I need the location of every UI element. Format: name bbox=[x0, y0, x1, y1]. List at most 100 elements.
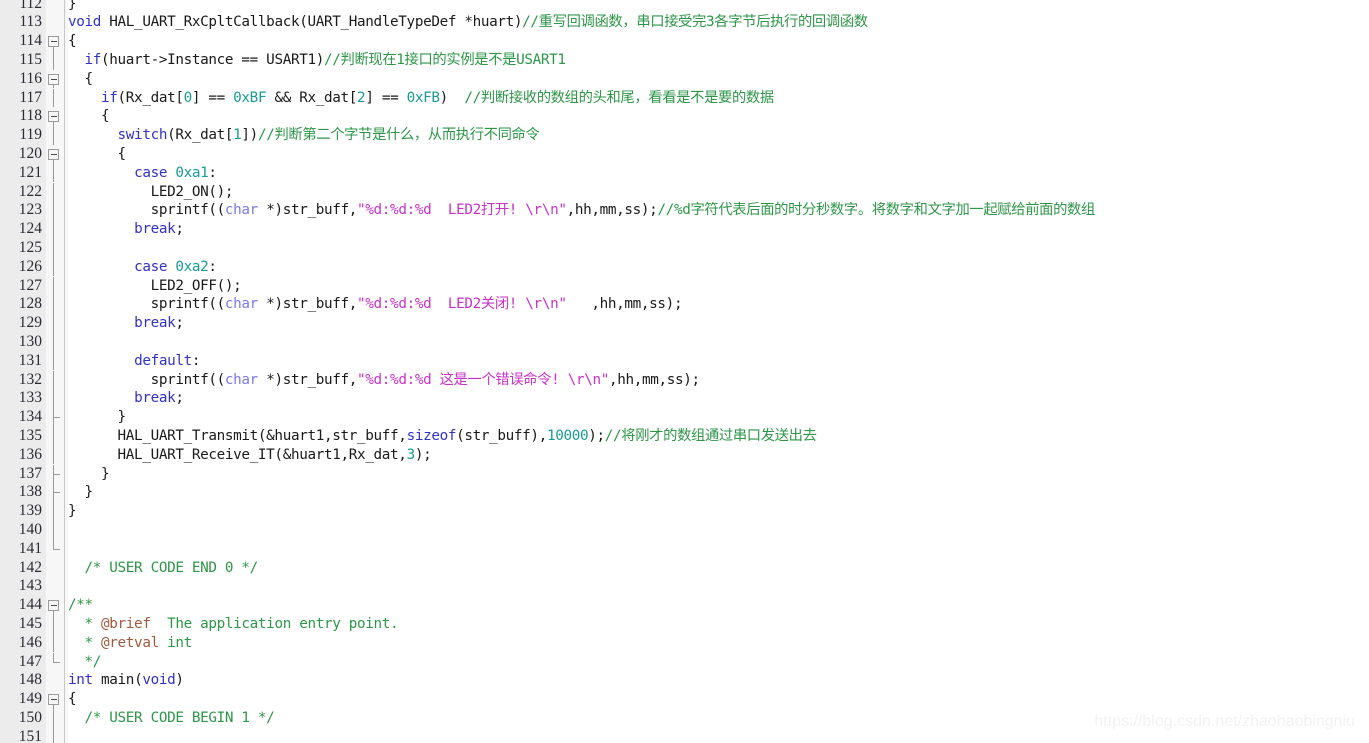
code-line[interactable]: 129 break; bbox=[0, 314, 1369, 333]
code-text[interactable]: } bbox=[68, 483, 94, 502]
code-text[interactable]: * @brief The application entry point. bbox=[68, 615, 399, 634]
code-text[interactable]: if(huart->Instance == USART1)//判断现在1接口的实… bbox=[68, 51, 567, 70]
code-line[interactable]: 116 { bbox=[0, 70, 1369, 89]
code-text[interactable]: * @retval int bbox=[68, 634, 193, 653]
code-line[interactable]: 145 * @brief The application entry point… bbox=[0, 614, 1369, 634]
code-text[interactable]: case 0xa2: bbox=[68, 258, 217, 277]
code-text[interactable]: } bbox=[68, 502, 77, 521]
code-editor[interactable]: 112} 113 void HAL_UART_RxCpltCallback(UART… bbox=[0, 0, 1369, 743]
code-line[interactable]: 128 sprintf((char *)str_buff,"%d:%d:%d L… bbox=[0, 295, 1369, 315]
code-text[interactable]: void HAL_UART_RxCpltCallback(UART_Handle… bbox=[68, 13, 868, 32]
code-text[interactable]: */ bbox=[68, 653, 102, 672]
code-line[interactable]: 141 bbox=[0, 539, 1369, 559]
code-text[interactable]: { bbox=[68, 690, 77, 709]
code-text[interactable]: case 0xa1: bbox=[68, 164, 217, 183]
code-text[interactable]: break; bbox=[68, 389, 184, 408]
line-number: 136 bbox=[18, 445, 42, 463]
code-line[interactable]: 132 sprintf((char *)str_buff,"%d:%d:%d 这… bbox=[0, 370, 1369, 390]
code-line[interactable]: 144 /** bbox=[0, 596, 1369, 615]
code-token-cmt: /** bbox=[68, 597, 93, 614]
code-token-kw: case bbox=[134, 258, 168, 275]
code-text[interactable]: sprintf((char *)str_buff,"%d:%d:%d LED2打… bbox=[68, 201, 1096, 220]
code-line[interactable]: 142 /* USER CODE END 0 */ bbox=[0, 559, 1369, 578]
code-text[interactable]: { bbox=[68, 107, 110, 126]
code-line[interactable]: 127 LED2_OFF(); bbox=[0, 276, 1369, 296]
csdn-blog-watermark: https://blog.csdn.net/zhaohaobingniu bbox=[1094, 713, 1355, 730]
code-token-pln: *)str_buff, bbox=[257, 371, 358, 388]
code-text[interactable]: HAL_UART_Transmit(&huart1,str_buff,sizeo… bbox=[68, 427, 817, 446]
code-token-kw: break bbox=[134, 390, 176, 407]
code-text[interactable]: if(Rx_dat[0] == 0xBF && Rx_dat[2] == 0xF… bbox=[68, 89, 774, 108]
code-line[interactable]: 118 { bbox=[0, 107, 1369, 127]
code-text[interactable]: LED2_OFF(); bbox=[68, 277, 242, 296]
code-line[interactable]: 124 break; bbox=[0, 220, 1369, 239]
code-line[interactable]: 146 * @retval int bbox=[0, 633, 1369, 653]
line-number: 145 bbox=[18, 614, 42, 632]
code-token-pln: ; bbox=[175, 390, 184, 407]
code-token-cmt: //%d字符代表后面的时分秒数字。将数字和文字加一起赋给前面的数组 bbox=[657, 202, 1095, 219]
code-token-kw: break bbox=[134, 315, 176, 332]
code-line[interactable]: 125 bbox=[0, 238, 1369, 258]
code-text[interactable]: } bbox=[68, 408, 127, 427]
line-number: 147 bbox=[18, 652, 42, 670]
code-text[interactable]: /* USER CODE BEGIN 1 */ bbox=[68, 709, 275, 728]
code-text[interactable]: HAL_UART_Receive_IT(&huart1,Rx_dat,3); bbox=[68, 446, 432, 465]
code-token-pln: { bbox=[68, 108, 110, 125]
code-text[interactable]: default: bbox=[68, 352, 200, 371]
code-line[interactable]: 114 { bbox=[0, 32, 1369, 51]
code-text[interactable]: sprintf((char *)str_buff,"%d:%d:%d LED2关… bbox=[68, 295, 683, 314]
code-line[interactable]: 130 bbox=[0, 332, 1369, 352]
fold-collapse-icon[interactable] bbox=[48, 36, 59, 48]
line-number: 127 bbox=[18, 276, 42, 294]
code-line[interactable]: 135 HAL_UART_Transmit(&huart1,str_buff,s… bbox=[0, 426, 1369, 446]
code-text[interactable]: /* USER CODE END 0 */ bbox=[68, 559, 259, 578]
fold-guide-line bbox=[53, 633, 54, 653]
code-line[interactable]: 138 } bbox=[0, 483, 1369, 503]
code-text[interactable]: } bbox=[68, 0, 77, 13]
code-text[interactable]: } bbox=[68, 465, 110, 484]
code-line[interactable]: 119 switch(Rx_dat[1])//判断第二个字节是什么，从而执行不同… bbox=[0, 126, 1369, 145]
code-token-kw: if bbox=[84, 51, 102, 68]
fold-collapse-icon[interactable] bbox=[48, 148, 59, 160]
fold-guide-line bbox=[53, 351, 54, 371]
code-line[interactable]: 122 LED2_ON(); bbox=[0, 182, 1369, 202]
fold-collapse-icon[interactable] bbox=[48, 111, 59, 123]
code-text[interactable]: { bbox=[68, 32, 77, 51]
code-text[interactable]: break; bbox=[68, 220, 184, 239]
fold-collapse-icon[interactable] bbox=[48, 600, 59, 612]
code-token-pln: } bbox=[68, 465, 110, 482]
code-line[interactable]: 115 if(huart->Instance == USART1)//判断现在1… bbox=[0, 50, 1369, 70]
code-line[interactable]: 148 int main(void) bbox=[0, 671, 1369, 690]
code-line[interactable]: 134 } bbox=[0, 408, 1369, 427]
code-line[interactable]: 121 case 0xa1: bbox=[0, 163, 1369, 183]
code-text[interactable]: int main(void) bbox=[68, 671, 184, 690]
code-line[interactable]: 117 if(Rx_dat[0] == 0xBF && Rx_dat[2] ==… bbox=[0, 88, 1369, 108]
line-number: 143 bbox=[18, 577, 42, 595]
code-line[interactable]: 123 sprintf((char *)str_buff,"%d:%d:%d L… bbox=[0, 201, 1369, 221]
fold-collapse-icon[interactable] bbox=[48, 694, 59, 706]
code-line[interactable]: 112} bbox=[0, 0, 1369, 13]
code-line[interactable]: 133 break; bbox=[0, 389, 1369, 409]
code-text[interactable]: sprintf((char *)str_buff,"%d:%d:%d 这是一个错… bbox=[68, 371, 701, 390]
code-line[interactable]: 139} bbox=[0, 502, 1369, 521]
code-line[interactable]: 113 void HAL_UART_RxCpltCallback(UART_Han… bbox=[0, 13, 1369, 32]
code-line[interactable]: 137 } bbox=[0, 464, 1369, 484]
code-text[interactable]: { bbox=[68, 145, 127, 164]
code-line[interactable]: 140 bbox=[0, 520, 1369, 540]
code-line[interactable]: 147 */ bbox=[0, 652, 1369, 672]
code-text[interactable]: LED2_ON(); bbox=[68, 183, 234, 202]
code-line[interactable]: 149 { bbox=[0, 690, 1369, 709]
code-line[interactable]: 131 default: bbox=[0, 351, 1369, 371]
code-text[interactable]: /** bbox=[68, 596, 93, 615]
fold-collapse-icon[interactable] bbox=[48, 73, 59, 85]
code-text[interactable]: { bbox=[68, 70, 94, 89]
code-line[interactable]: 126 case 0xa2: bbox=[0, 257, 1369, 277]
code-line[interactable]: 120 { bbox=[0, 145, 1369, 164]
code-line[interactable]: 143 bbox=[0, 577, 1369, 596]
line-number: 128 bbox=[18, 295, 42, 313]
fold-branch-marker bbox=[53, 492, 60, 494]
code-token-pln: : bbox=[191, 352, 201, 369]
code-text[interactable]: break; bbox=[68, 314, 184, 333]
code-text[interactable]: switch(Rx_dat[1])//判断第二个字节是什么，从而执行不同命令 bbox=[68, 126, 540, 145]
code-line[interactable]: 136 HAL_UART_Receive_IT(&huart1,Rx_dat,3… bbox=[0, 445, 1369, 465]
